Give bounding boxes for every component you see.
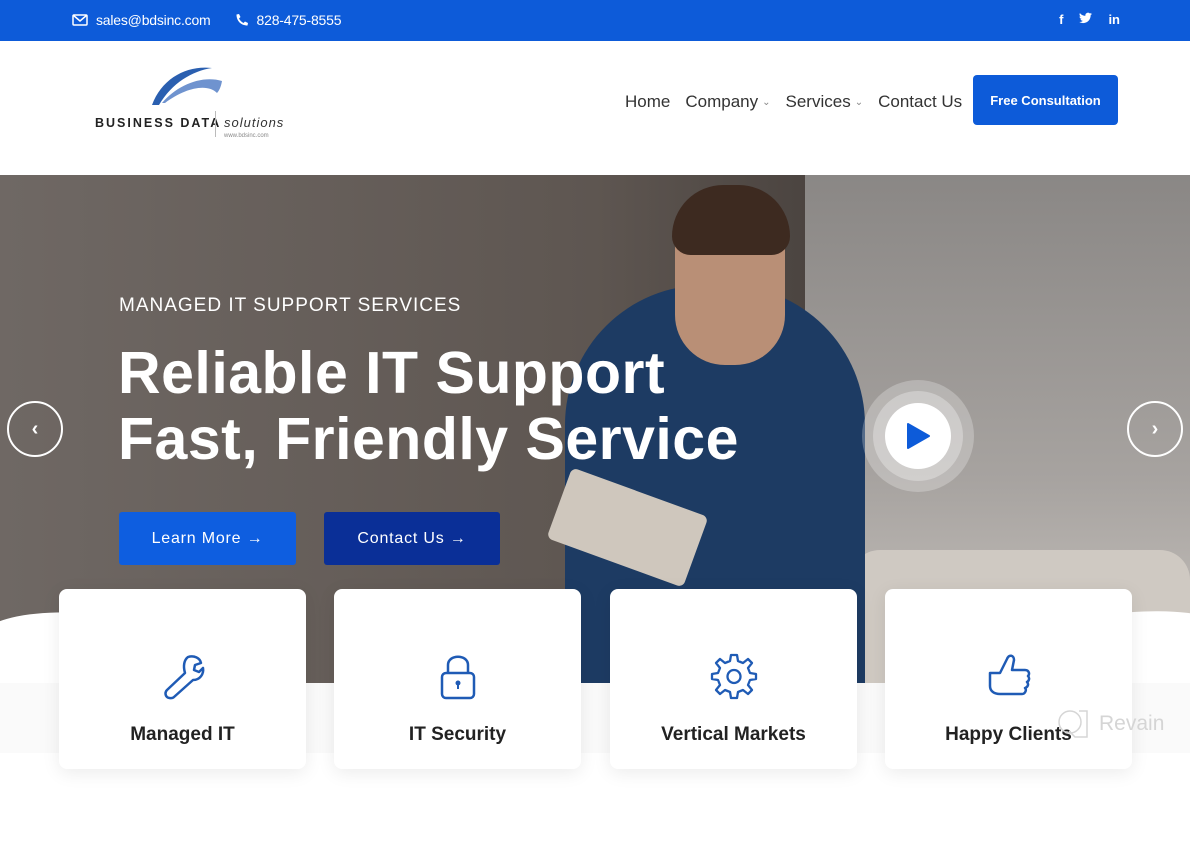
nav-item-company[interactable]: Company ⌄ (685, 92, 770, 112)
free-consultation-button[interactable]: Free Consultation (973, 75, 1118, 125)
nav-item-contact-us[interactable]: Contact Us (878, 92, 962, 112)
logo[interactable]: BUSINESS DATA solutions www.bdsinc.com (95, 63, 295, 143)
phone-icon (236, 14, 248, 26)
feature-title: Vertical Markets (661, 724, 806, 745)
feature-card-it-security[interactable]: IT Security (334, 589, 581, 769)
feature-card-happy-clients[interactable]: Happy Clients (885, 589, 1132, 769)
social-links: f in (1059, 12, 1120, 27)
hero-headline: Reliable IT Support Fast, Friendly Servi… (118, 340, 739, 472)
logo-swoosh-icon (152, 67, 222, 105)
logo-brand-text: BUSINESS DATA (95, 116, 222, 130)
chevron-down-icon: ⌄ (762, 96, 771, 108)
top-bar: sales@bdsinc.com 828-475-8555 f in (0, 0, 1190, 41)
lock-icon (440, 655, 475, 700)
play-button-core (885, 403, 951, 469)
nav-label: Services (785, 92, 851, 111)
slider-prev-button[interactable]: ‹ (7, 401, 63, 457)
logo-tagline: solutions (224, 115, 285, 130)
gear-icon (710, 653, 757, 700)
main-nav: Home Company ⌄ Services ⌄ Contact Us (625, 92, 962, 112)
nav-item-services[interactable]: Services ⌄ (786, 92, 864, 112)
feature-title: IT Security (408, 724, 507, 745)
chevron-left-icon: ‹ (31, 417, 39, 440)
email-link[interactable]: sales@bdsinc.com (96, 12, 211, 28)
feature-title: Managed IT (130, 724, 235, 745)
contact-us-button[interactable]: Contact Us → (324, 512, 500, 565)
hero-headline-line1: Reliable IT Support (118, 340, 666, 406)
video-play-button[interactable] (862, 380, 974, 492)
revain-watermark: Revain (1055, 707, 1164, 741)
nav-item-home[interactable]: Home (625, 92, 670, 112)
wrench-icon (163, 655, 204, 700)
contact-info: sales@bdsinc.com 828-475-8555 (72, 12, 357, 28)
nav-label: Company (685, 92, 759, 111)
envelope-icon (72, 14, 88, 26)
play-icon (907, 423, 930, 449)
logo-divider (215, 111, 216, 137)
chevron-down-icon: ⌄ (854, 96, 864, 108)
linkedin-icon[interactable]: in (1108, 12, 1120, 27)
phone-link[interactable]: 828-475-8555 (257, 12, 342, 28)
nav-label: Home (625, 92, 671, 111)
chevron-right-icon: › (1151, 417, 1159, 440)
watermark-text: Revain (1099, 712, 1165, 735)
logo-url: www.bdsinc.com (224, 133, 269, 139)
play-ring (873, 391, 963, 481)
hero-headline-line2: Fast, Friendly Service (118, 406, 739, 472)
thumbs-up-icon (988, 654, 1030, 696)
hero-kicker: MANAGED IT SUPPORT SERVICES (119, 295, 462, 316)
hero-person-hair (672, 185, 790, 255)
feature-card-vertical-markets[interactable]: Vertical Markets (610, 589, 857, 769)
revain-logo-icon (1058, 710, 1088, 738)
learn-more-button[interactable]: Learn More → (119, 512, 296, 565)
feature-card-managed-it[interactable]: Managed IT (59, 589, 306, 769)
facebook-icon[interactable]: f (1059, 12, 1063, 27)
twitter-icon[interactable] (1079, 12, 1093, 24)
slider-next-button[interactable]: › (1127, 401, 1183, 457)
nav-label: Contact Us (878, 92, 963, 111)
